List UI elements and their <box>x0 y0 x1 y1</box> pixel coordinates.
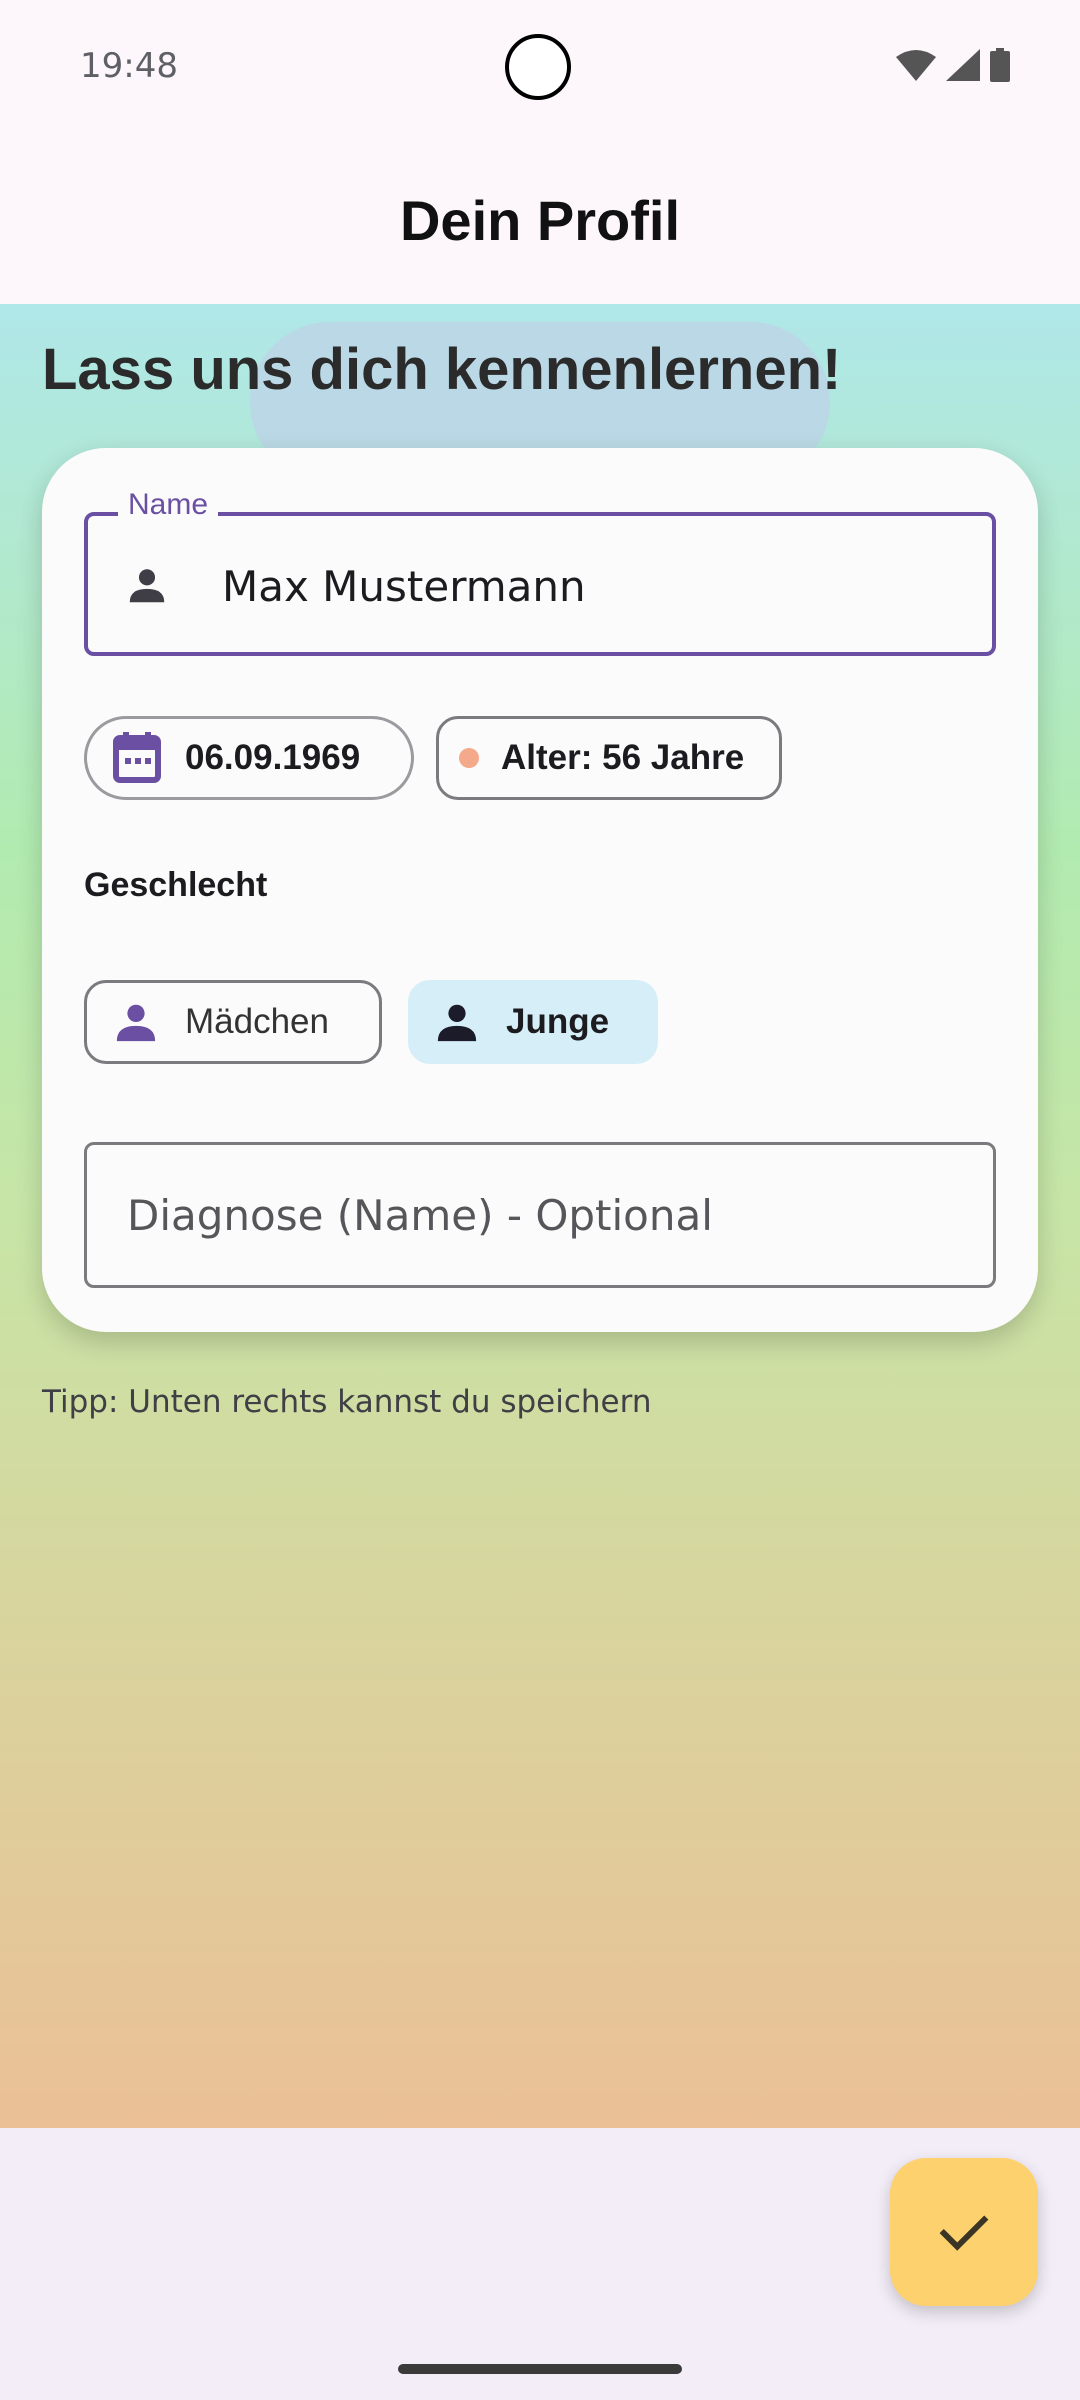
camera-cutout <box>505 34 571 100</box>
tip-text: Tipp: Unten rechts kannst du speichern <box>42 1384 652 1420</box>
top-app-bar: Dein Profil <box>0 132 1080 304</box>
wifi-icon <box>896 50 936 81</box>
profile-card: Name Max Mustermann 06.09.1969 Alter: 56… <box>42 448 1038 1332</box>
diagnosis-field[interactable]: Diagnose (Name) - Optional <box>84 1142 996 1288</box>
profile-screen: 19:48 Dein Profil Lass uns dich kennenle… <box>0 0 1080 2400</box>
name-field-label: Name <box>118 488 219 522</box>
name-input-value[interactable]: Max Mustermann <box>222 562 586 611</box>
birthdate-value: 06.09.1969 <box>185 738 361 777</box>
status-time: 19:48 <box>80 46 178 86</box>
gender-option-girl-label: Mädchen <box>185 1002 329 1041</box>
person-icon <box>124 562 170 613</box>
age-dot-icon <box>459 748 479 768</box>
cellular-signal-icon <box>946 49 980 81</box>
save-fab-button[interactable] <box>890 2158 1038 2306</box>
age-label: Alter: 56 Jahre <box>501 738 745 777</box>
person-icon <box>434 999 480 1045</box>
gender-option-girl[interactable]: Mädchen <box>84 980 382 1064</box>
age-chip: Alter: 56 Jahre <box>436 716 782 800</box>
battery-icon <box>990 48 1010 82</box>
status-icons <box>896 48 1010 82</box>
calendar-icon <box>113 732 161 784</box>
check-icon <box>939 2215 989 2251</box>
content-area: Lass uns dich kennenlernen! Name Max Mus… <box>0 304 1080 2128</box>
name-field[interactable]: Name Max Mustermann <box>84 488 996 656</box>
page-title: Dein Profil <box>399 189 681 252</box>
status-bar: 19:48 <box>0 0 1080 132</box>
gender-section-label: Geschlecht <box>84 866 268 904</box>
birthdate-chip[interactable]: 06.09.1969 <box>84 716 414 800</box>
gender-option-boy-label: Junge <box>506 1002 610 1041</box>
diagnosis-placeholder: Diagnose (Name) - Optional <box>127 1191 713 1240</box>
headline: Lass uns dich kennenlernen! <box>42 337 842 402</box>
home-indicator[interactable] <box>398 2364 682 2374</box>
gender-option-boy[interactable]: Junge <box>408 980 658 1064</box>
person-icon <box>113 999 159 1045</box>
